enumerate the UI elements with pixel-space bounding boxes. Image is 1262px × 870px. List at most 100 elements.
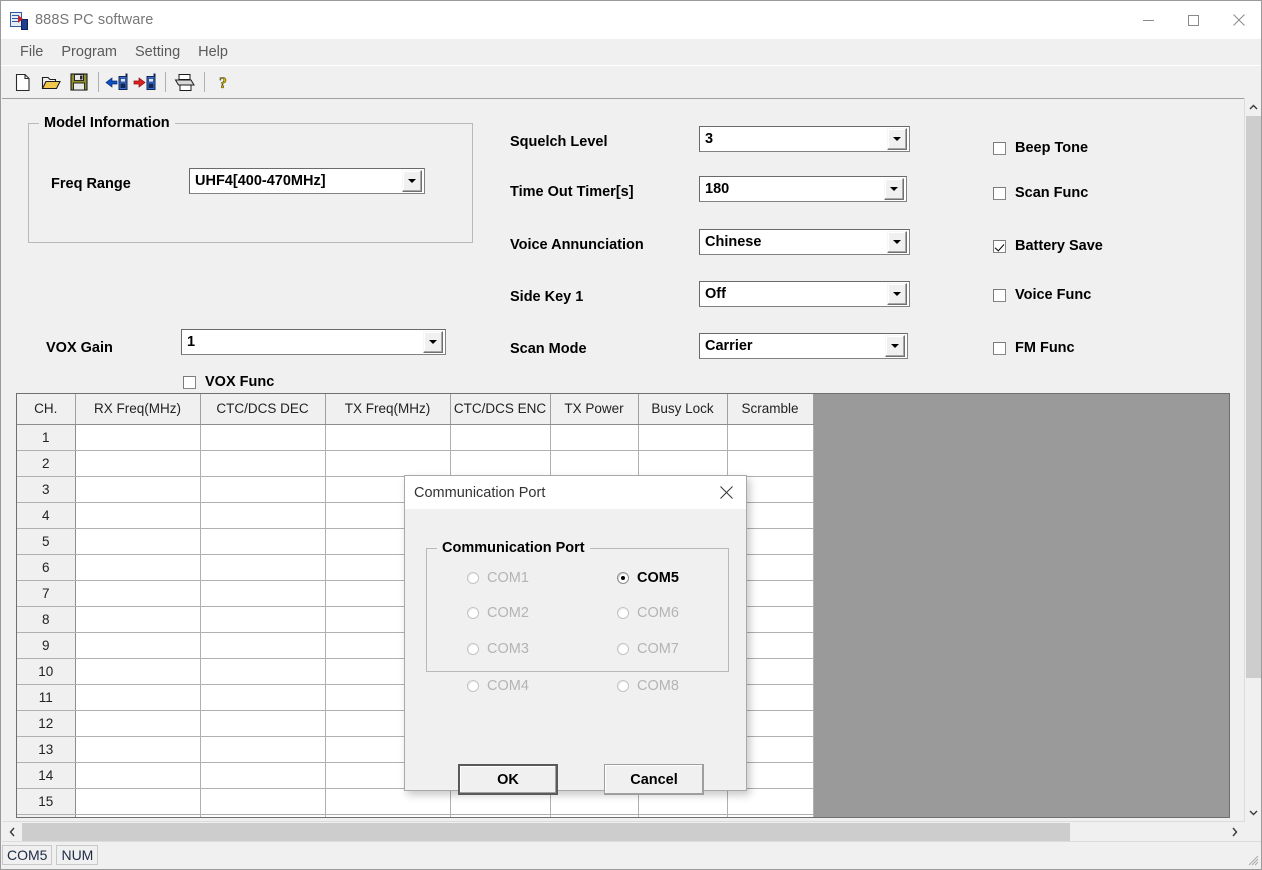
row-channel-number[interactable]: 7 (17, 580, 76, 607)
grid-cell[interactable] (200, 658, 326, 685)
beep-tone-checkbox-row[interactable]: Beep Tone (993, 140, 1088, 156)
grid-cell[interactable] (75, 424, 201, 451)
radio-com6-row[interactable]: COM6 (617, 605, 679, 621)
grid-cell[interactable] (550, 424, 639, 451)
print-button[interactable] (171, 69, 199, 95)
grid-cell[interactable] (727, 450, 814, 477)
radio-com7-row[interactable]: COM7 (617, 641, 679, 657)
menu-program[interactable]: Program (52, 42, 126, 62)
col-header-ctc-dcs-dec[interactable]: CTC/DCS DEC (200, 394, 326, 425)
grid-cell[interactable] (200, 528, 326, 555)
grid-cell[interactable] (75, 814, 201, 817)
grid-cell[interactable] (75, 658, 201, 685)
grid-cell[interactable] (75, 606, 201, 633)
table-row[interactable] (17, 814, 814, 817)
grid-cell[interactable] (75, 528, 201, 555)
row-channel-number[interactable]: 11 (17, 684, 76, 711)
grid-cell[interactable] (75, 710, 201, 737)
chevron-down-icon[interactable] (423, 331, 443, 353)
radio-com5-row[interactable]: COM5 (617, 570, 679, 586)
grid-cell[interactable] (75, 580, 201, 607)
row-channel-number[interactable]: 3 (17, 476, 76, 503)
radio-com7[interactable] (617, 643, 629, 655)
vox-func-checkbox[interactable] (183, 375, 196, 389)
new-file-button[interactable] (9, 69, 37, 95)
grid-cell[interactable] (638, 814, 728, 817)
grid-cell[interactable] (75, 736, 201, 763)
menu-setting[interactable]: Setting (126, 42, 189, 62)
col-header-scramble[interactable]: Scramble (727, 394, 814, 425)
grid-cell[interactable] (200, 554, 326, 581)
chevron-down-icon[interactable] (402, 170, 422, 192)
battery-save-checkbox-row[interactable]: Battery Save (993, 238, 1103, 254)
grid-cell[interactable] (200, 580, 326, 607)
grid-cell[interactable] (727, 424, 814, 451)
fm-func-checkbox[interactable] (993, 341, 1006, 355)
open-file-button[interactable] (37, 69, 65, 95)
vox-func-checkbox-row[interactable]: VOX Func (183, 374, 274, 390)
table-row[interactable]: 2 (17, 450, 814, 477)
vox-gain-combobox[interactable]: 1 (181, 329, 446, 355)
scroll-up-button[interactable] (1245, 98, 1261, 115)
radio-com4[interactable] (467, 680, 479, 692)
col-header-busy-lock[interactable]: Busy Lock (638, 394, 728, 425)
col-header-rx-freq[interactable]: RX Freq(MHz) (75, 394, 201, 425)
grid-cell[interactable] (200, 710, 326, 737)
grid-cell[interactable] (727, 814, 814, 817)
save-file-button[interactable] (65, 69, 93, 95)
horizontal-scrollbar[interactable] (2, 821, 1245, 841)
help-button[interactable]: ? (210, 69, 238, 95)
col-header-ctc-dcs-enc[interactable]: CTC/DCS ENC (450, 394, 551, 425)
ok-button[interactable]: OK (458, 764, 558, 795)
read-from-radio-button[interactable] (104, 69, 132, 95)
grid-cell[interactable] (200, 814, 326, 817)
voice-func-checkbox-row[interactable]: Voice Func (993, 287, 1091, 303)
row-channel-number[interactable]: 9 (17, 632, 76, 659)
battery-save-checkbox[interactable] (993, 239, 1006, 253)
squelch-level-combobox[interactable]: 3 (699, 126, 910, 152)
row-channel-number[interactable]: 1 (17, 424, 76, 451)
row-channel-number[interactable]: 15 (17, 788, 76, 815)
voice-annunciation-combobox[interactable]: Chinese (699, 229, 910, 255)
grid-cell[interactable] (200, 684, 326, 711)
menu-file[interactable]: File (11, 42, 52, 62)
col-header-ch[interactable]: CH. (17, 394, 76, 425)
grid-cell[interactable] (200, 632, 326, 659)
chevron-down-icon[interactable] (885, 335, 905, 357)
grid-cell[interactable] (75, 554, 201, 581)
chevron-down-icon[interactable] (884, 178, 904, 200)
time-out-timer-combobox[interactable]: 180 (699, 176, 907, 202)
grid-cell[interactable] (325, 814, 451, 817)
grid-cell[interactable] (200, 476, 326, 503)
dialog-close-button[interactable] (706, 476, 746, 509)
vertical-scroll-thumb[interactable] (1246, 116, 1261, 678)
menu-help[interactable]: Help (189, 42, 237, 62)
grid-cell[interactable] (325, 450, 451, 477)
radio-com4-row[interactable]: COM4 (467, 678, 529, 694)
fm-func-checkbox-row[interactable]: FM Func (993, 340, 1075, 356)
grid-cell[interactable] (200, 606, 326, 633)
grid-cell[interactable] (200, 762, 326, 789)
row-channel-number[interactable]: 8 (17, 606, 76, 633)
radio-com3[interactable] (467, 643, 479, 655)
minimize-button[interactable] (1126, 1, 1171, 39)
row-channel-number[interactable]: 6 (17, 554, 76, 581)
row-channel-number[interactable]: 5 (17, 528, 76, 555)
cancel-button[interactable]: Cancel (604, 764, 704, 795)
scan-func-checkbox-row[interactable]: Scan Func (993, 185, 1088, 201)
horizontal-scroll-thumb[interactable] (22, 822, 1070, 841)
row-channel-number[interactable]: 13 (17, 736, 76, 763)
close-button[interactable] (1216, 1, 1261, 39)
scroll-left-button[interactable] (2, 822, 22, 842)
grid-cell[interactable] (75, 476, 201, 503)
grid-cell[interactable] (200, 450, 326, 477)
radio-com5[interactable] (617, 572, 629, 584)
scroll-down-button[interactable] (1245, 804, 1261, 821)
radio-com1[interactable] (467, 572, 479, 584)
radio-com6[interactable] (617, 607, 629, 619)
chevron-down-icon[interactable] (887, 128, 907, 150)
voice-func-checkbox[interactable] (993, 288, 1006, 302)
scroll-right-button[interactable] (1225, 822, 1245, 842)
grid-cell[interactable] (75, 450, 201, 477)
grid-cell[interactable] (75, 762, 201, 789)
